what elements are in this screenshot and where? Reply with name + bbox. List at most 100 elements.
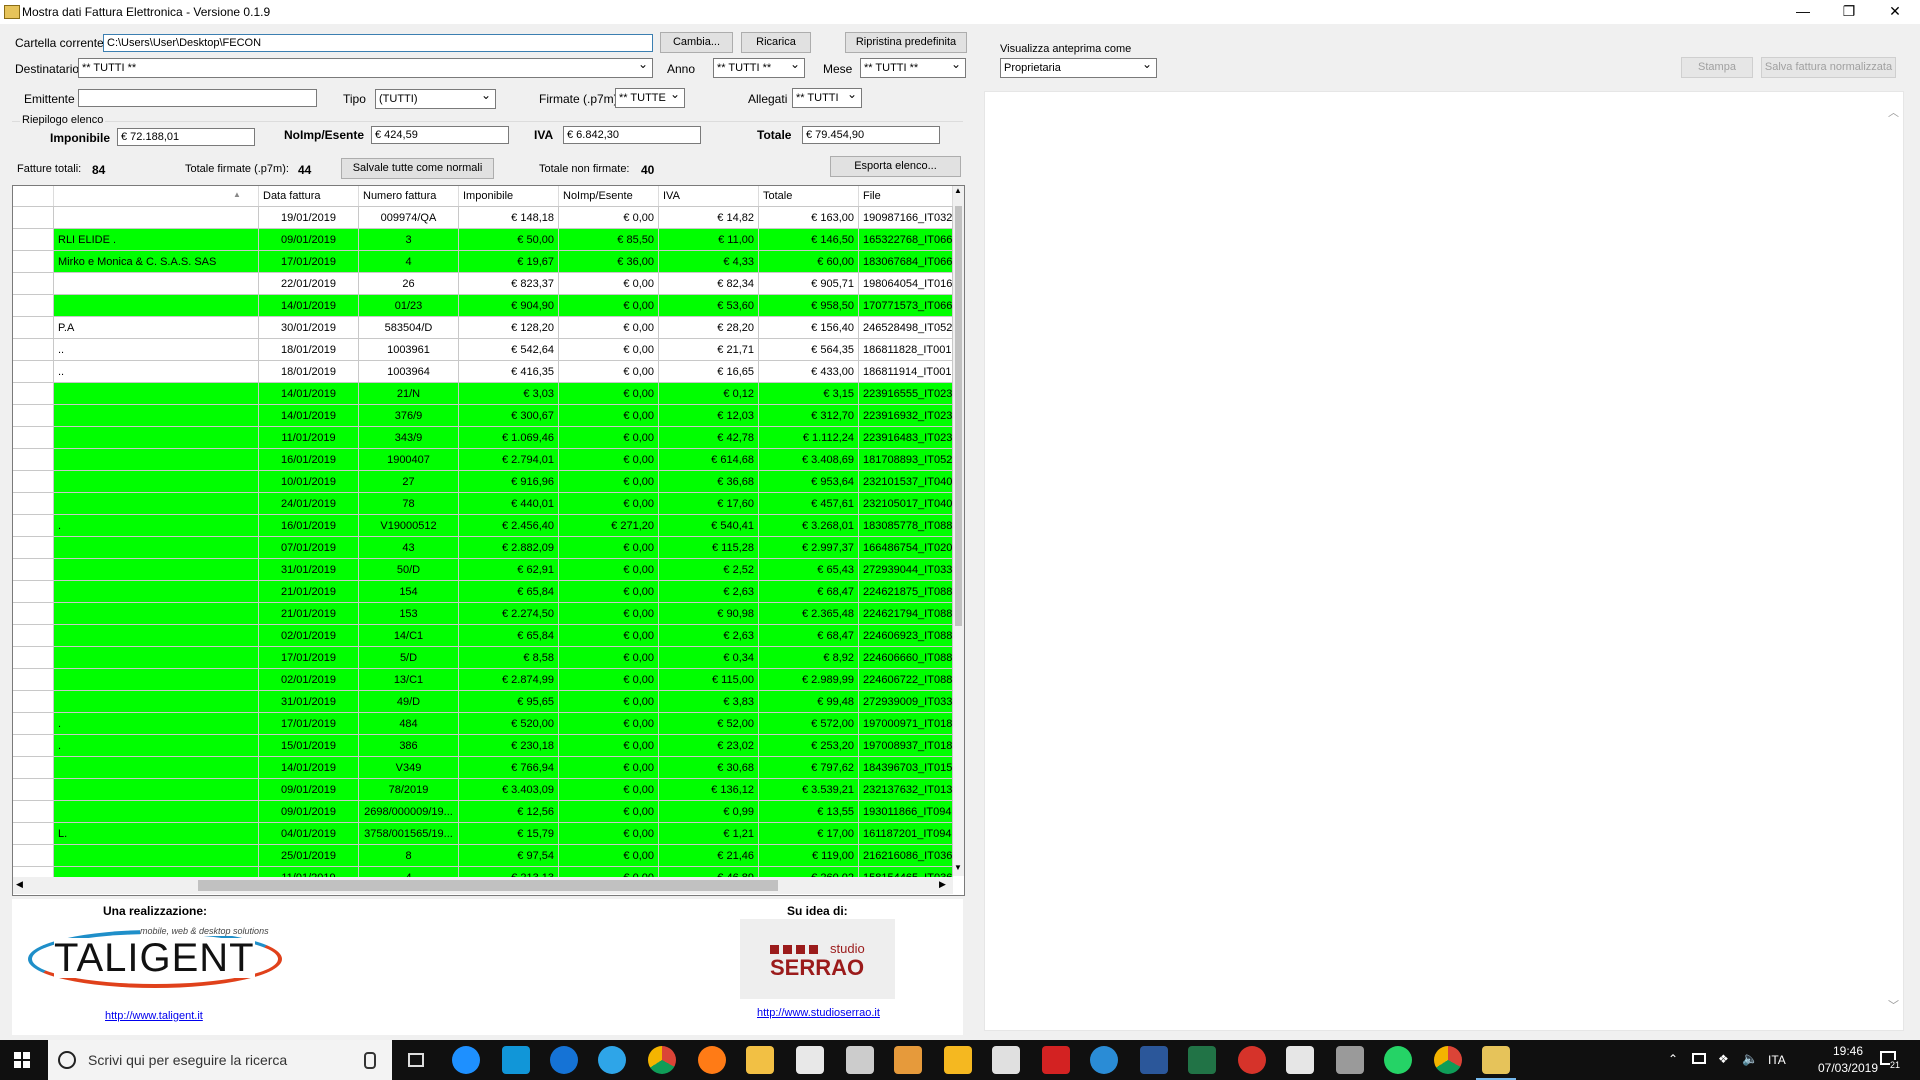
row-header[interactable] [13,823,54,845]
vertical-scrollbar[interactable]: ▲ ▼ [953,186,964,876]
app-icon-chart[interactable] [944,1046,972,1074]
row-header[interactable] [13,581,54,603]
stampa-button[interactable]: Stampa [1681,57,1753,78]
app-icon-tools[interactable] [1336,1046,1364,1074]
restore-button[interactable]: ❐ [1826,0,1872,24]
table-row[interactable]: . 15/01/2019 386 € 230,18 € 0,00 € 23,02 € 253… [13,735,953,757]
internet-explorer-icon[interactable] [598,1046,626,1074]
row-header[interactable] [13,801,54,823]
row-header[interactable] [13,493,54,515]
table-row[interactable]: 09/01/2019 78/2019 € 3.403,09 € 0,00 € 136,1… [13,779,953,801]
ripristina-button[interactable]: Ripristina predefinita [845,32,967,53]
table-row[interactable]: . 17/01/2019 484 € 520,00 € 0,00 € 52,00 € 572… [13,713,953,735]
row-header[interactable] [13,757,54,779]
table-row[interactable]: .. 18/01/2019 1003961 € 542,64 € 0,00 € 21,71… [13,339,953,361]
row-header[interactable] [13,537,54,559]
task-view-icon[interactable] [408,1053,424,1067]
anno-select[interactable]: ** TUTTI ** [713,58,805,78]
edge-icon[interactable] [550,1046,578,1074]
col-iva[interactable]: IVA [659,186,759,206]
table-row[interactable]: 21/01/2019 154 € 65,84 € 0,00 € 2,63 € 68,47 2… [13,581,953,603]
mail-icon[interactable] [1286,1046,1314,1074]
table-row[interactable]: 14/01/2019 01/23 € 904,90 € 0,00 € 53,60 € 95… [13,295,953,317]
close-button[interactable]: ✕ [1872,0,1918,24]
col-numero-fattura[interactable]: Numero fattura [359,186,459,206]
dropbox-icon[interactable]: ❖ [1718,1052,1729,1066]
clock-time[interactable]: 19:46 [1818,1044,1878,1058]
col-data-fattura[interactable]: Data fattura [259,186,359,206]
store-icon[interactable] [796,1046,824,1074]
vertical-scroll-thumb[interactable] [955,206,962,626]
table-row[interactable]: 07/01/2019 43 € 2.882,09 € 0,00 € 115,28 € 2.… [13,537,953,559]
row-header[interactable] [13,603,54,625]
col-totale[interactable]: Totale [759,186,859,206]
salva-normalizzata-button[interactable]: Salva fattura normalizzata [1761,57,1896,78]
row-header[interactable] [13,845,54,867]
fattura-app-icon[interactable] [1476,1046,1516,1080]
acrobat-icon[interactable] [1042,1046,1070,1074]
network-icon[interactable] [1692,1053,1706,1064]
serrao-link[interactable]: http://www.studioserrao.it [757,1007,880,1019]
row-header[interactable] [13,207,54,229]
salvale-button[interactable]: Salvale tutte come normali [341,158,494,179]
preview-scroll-up-icon[interactable]: ︿ [1888,104,1899,120]
file-explorer-icon[interactable] [746,1046,774,1074]
excel-icon[interactable] [1188,1046,1216,1074]
row-header[interactable] [13,449,54,471]
preview-scroll-down-icon[interactable]: ﹀ [1888,997,1899,1013]
invoice-grid[interactable]: ▲ Data fattura Numero fattura Imponibile… [12,185,965,896]
tipo-select[interactable]: (TUTTI) [375,89,496,109]
table-row[interactable]: 31/01/2019 49/D € 95,65 € 0,00 € 3,83 € 99,48… [13,691,953,713]
table-row[interactable]: P.A 30/01/2019 583504/D € 128,20 € 0,00 € 28,… [13,317,953,339]
table-row[interactable]: 10/01/2019 27 € 916,96 € 0,00 € 36,68 € 953,6… [13,471,953,493]
row-header[interactable] [13,251,54,273]
table-row[interactable]: 17/01/2019 5/D € 8,58 € 0,00 € 0,34 € 8,92 224… [13,647,953,669]
table-row[interactable]: 31/01/2019 50/D € 62,91 € 0,00 € 2,52 € 65,43… [13,559,953,581]
chrome-icon[interactable] [648,1046,676,1074]
preview-panel[interactable]: ︿ ﹀ [984,91,1904,1031]
emittente-input[interactable] [78,89,317,107]
app-icon-video[interactable] [894,1046,922,1074]
app-icon-gauge[interactable] [1238,1046,1266,1074]
whatsapp-icon[interactable] [1384,1046,1412,1074]
row-header[interactable] [13,295,54,317]
table-row[interactable]: 11/01/2019 343/9 € 1.069,46 € 0,00 € 42,78 € … [13,427,953,449]
row-header[interactable] [13,229,54,251]
firmate-select[interactable]: ** TUTTE [615,88,685,108]
scroll-left-icon[interactable]: ◀ [16,879,23,890]
row-header[interactable] [13,273,54,295]
row-header[interactable] [13,713,54,735]
row-header[interactable] [13,625,54,647]
table-row[interactable]: 14/01/2019 376/9 € 300,67 € 0,00 € 12,03 € 31… [13,405,953,427]
table-row[interactable]: Mirko e Monica & C. S.A.S. SAS 17/01/2019… [13,251,953,273]
skype-icon[interactable] [502,1046,530,1074]
taligent-link[interactable]: http://www.taligent.it [105,1010,203,1022]
col-noimp[interactable]: NoImp/Esente [559,186,659,206]
firefox-icon[interactable] [698,1046,726,1074]
row-header[interactable] [13,735,54,757]
row-header[interactable] [13,669,54,691]
horizontal-scrollbar[interactable]: ◀ ▶ [13,877,953,894]
tray-chevron-icon[interactable]: ⌃ [1668,1052,1678,1066]
table-row[interactable]: 14/01/2019 V349 € 766,94 € 0,00 € 30,68 € 797… [13,757,953,779]
col-imponibile[interactable]: Imponibile [459,186,559,206]
app-icon-printer[interactable] [846,1046,874,1074]
row-header[interactable] [13,515,54,537]
table-row[interactable]: 14/01/2019 21/N € 3,03 € 0,00 € 0,12 € 3,15 22… [13,383,953,405]
col-emittente[interactable] [54,186,259,206]
table-row[interactable]: 21/01/2019 153 € 2.274,50 € 0,00 € 90,98 € 2.… [13,603,953,625]
row-header[interactable] [13,647,54,669]
table-row[interactable]: 09/01/2019 2698/000009/19... € 12,56 € 0,00… [13,801,953,823]
scroll-down-icon[interactable]: ▼ [954,863,962,872]
table-row[interactable]: 19/01/2019 009974/QA € 148,18 € 0,00 € 14,82… [13,207,953,229]
language-indicator[interactable]: ITA [1768,1053,1786,1067]
mese-select[interactable]: ** TUTTI ** [860,58,966,78]
destinatario-select[interactable]: ** TUTTI ** [78,58,653,78]
table-row[interactable]: . 16/01/2019 V19000512 € 2.456,40 € 271,20 € … [13,515,953,537]
app-icon-blue[interactable] [1090,1046,1118,1074]
row-header[interactable] [13,383,54,405]
row-header[interactable] [13,559,54,581]
scroll-up-icon[interactable]: ▲ [954,186,962,195]
table-row[interactable]: 22/01/2019 26 € 823,37 € 0,00 € 82,34 € 905,7… [13,273,953,295]
table-row[interactable]: 25/01/2019 8 € 97,54 € 0,00 € 21,46 € 119,00 2… [13,845,953,867]
